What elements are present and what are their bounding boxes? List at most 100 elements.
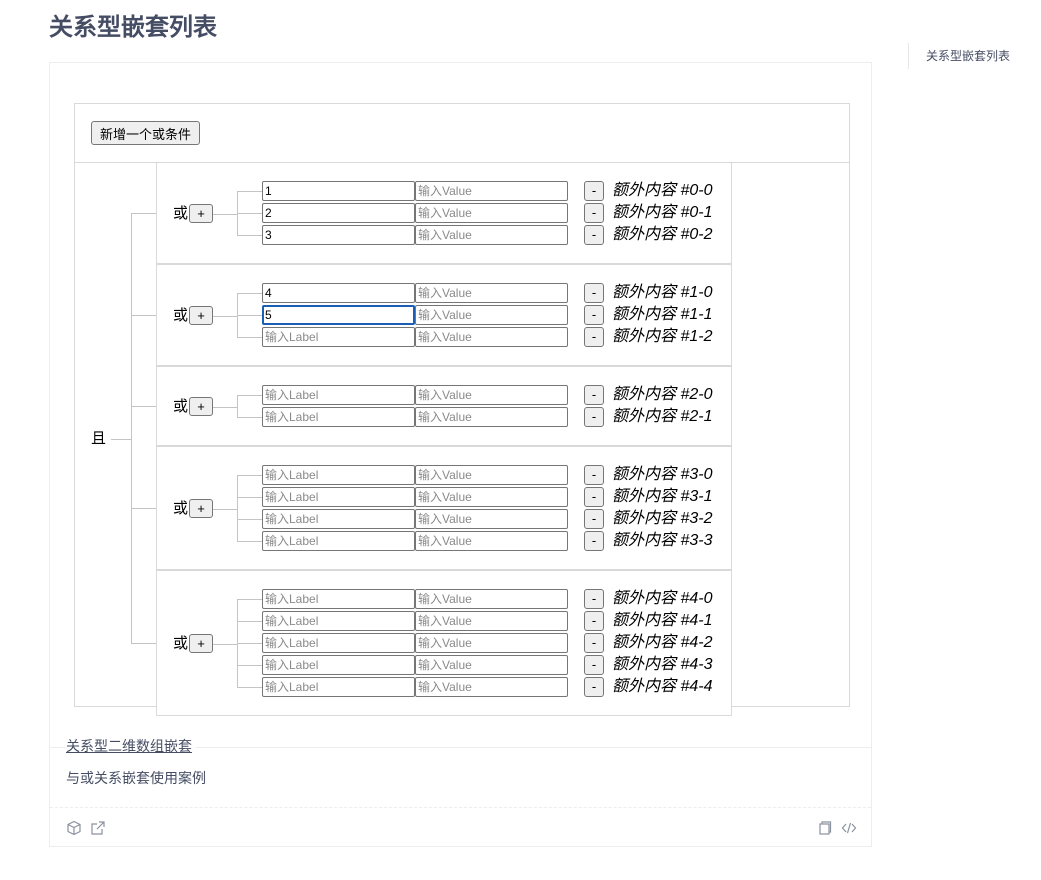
extra-content: 额外内容 #3-3 xyxy=(612,532,713,549)
value-input[interactable] xyxy=(415,465,568,485)
add-row-button[interactable]: + xyxy=(189,204,213,223)
add-row-button[interactable]: + xyxy=(189,306,213,325)
value-input[interactable] xyxy=(415,181,568,201)
label-input[interactable] xyxy=(262,509,415,529)
connector-line xyxy=(237,235,262,236)
value-input[interactable] xyxy=(415,655,568,675)
and-label: 且 xyxy=(91,430,107,447)
remove-row-button[interactable]: - xyxy=(584,465,604,485)
relation-tree: 且 或+-额外内容 #0-0-额外内容 #0-1-额外内容 #0-2或+-额外内… xyxy=(75,162,849,716)
value-input[interactable] xyxy=(415,487,568,507)
extra-content: 额外内容 #4-0 xyxy=(612,590,713,607)
remove-row-button[interactable]: - xyxy=(584,385,604,405)
label-input[interactable] xyxy=(262,283,415,303)
or-label: 或 xyxy=(173,398,189,415)
remove-row-button[interactable]: - xyxy=(584,531,604,551)
remove-row-button[interactable]: - xyxy=(584,407,604,427)
label-input[interactable] xyxy=(262,465,415,485)
value-input[interactable] xyxy=(415,203,568,223)
connector-line xyxy=(213,509,237,510)
label-input[interactable] xyxy=(262,589,415,609)
copy-icon[interactable] xyxy=(817,820,833,836)
remove-row-button[interactable]: - xyxy=(584,327,604,347)
remove-row-button[interactable]: - xyxy=(584,203,604,223)
demo-description: 与或关系嵌套使用案例 xyxy=(66,771,206,787)
condition-row: -额外内容 #4-3 xyxy=(262,655,732,675)
condition-row: -额外内容 #3-3 xyxy=(262,531,732,551)
remove-row-button[interactable]: - xyxy=(584,181,604,201)
connector-line xyxy=(237,395,262,396)
page-title: 关系型嵌套列表 xyxy=(49,13,217,41)
label-input[interactable] xyxy=(262,487,415,507)
open-external-icon[interactable] xyxy=(90,820,106,836)
remove-row-button[interactable]: - xyxy=(584,305,604,325)
value-input[interactable] xyxy=(415,677,568,697)
remove-row-button[interactable]: - xyxy=(584,225,604,245)
extra-content: 额外内容 #4-3 xyxy=(612,656,713,673)
connector-line xyxy=(237,621,262,622)
value-input[interactable] xyxy=(415,305,568,325)
label-input[interactable] xyxy=(262,181,415,201)
connector-line xyxy=(131,643,156,644)
extra-content: 额外内容 #1-0 xyxy=(612,284,713,301)
value-input[interactable] xyxy=(415,327,568,347)
remove-row-button[interactable]: - xyxy=(584,487,604,507)
label-input[interactable] xyxy=(262,305,415,325)
label-input[interactable] xyxy=(262,677,415,697)
codesandbox-icon[interactable] xyxy=(66,820,82,836)
label-input[interactable] xyxy=(262,611,415,631)
value-input[interactable] xyxy=(415,509,568,529)
add-row-button[interactable]: + xyxy=(189,397,213,416)
connector-line xyxy=(131,213,132,643)
remove-row-button[interactable]: - xyxy=(584,509,604,529)
extra-content: 额外内容 #0-2 xyxy=(612,226,713,243)
or-group: 或+-额外内容 #3-0-额外内容 #3-1-额外内容 #3-2-额外内容 #3… xyxy=(156,446,732,570)
condition-row: -额外内容 #0-0 xyxy=(262,181,732,201)
remove-row-button[interactable]: - xyxy=(584,589,604,609)
or-label: 或 xyxy=(173,635,189,652)
condition-row: -额外内容 #3-1 xyxy=(262,487,732,507)
or-label: 或 xyxy=(173,205,189,222)
demo-title[interactable]: 关系型二维数组嵌套 xyxy=(66,737,196,757)
code-icon[interactable] xyxy=(841,820,857,836)
label-input[interactable] xyxy=(262,407,415,427)
or-group: 或+-额外内容 #2-0-额外内容 #2-1 xyxy=(156,366,732,446)
label-input[interactable] xyxy=(262,633,415,653)
remove-row-button[interactable]: - xyxy=(584,633,604,653)
add-row-button[interactable]: + xyxy=(189,634,213,653)
value-input[interactable] xyxy=(415,385,568,405)
connector-line xyxy=(131,213,156,214)
condition-row: -额外内容 #1-1 xyxy=(262,305,732,325)
condition-row: -额外内容 #2-1 xyxy=(262,407,732,427)
value-input[interactable] xyxy=(415,283,568,303)
condition-row: -额外内容 #0-1 xyxy=(262,203,732,223)
remove-row-button[interactable]: - xyxy=(584,655,604,675)
remove-row-button[interactable]: - xyxy=(584,283,604,303)
value-input[interactable] xyxy=(415,589,568,609)
remove-row-button[interactable]: - xyxy=(584,611,604,631)
value-input[interactable] xyxy=(415,611,568,631)
add-or-condition-button[interactable]: 新增一个或条件 xyxy=(91,121,200,145)
value-input[interactable] xyxy=(415,225,568,245)
remove-row-button[interactable]: - xyxy=(584,677,604,697)
connector-line xyxy=(111,439,131,440)
connector-line xyxy=(237,541,262,542)
or-group: 或+-额外内容 #4-0-额外内容 #4-1-额外内容 #4-2-额外内容 #4… xyxy=(156,570,732,716)
toc-item[interactable]: 关系型嵌套列表 xyxy=(926,49,1010,63)
label-input[interactable] xyxy=(262,385,415,405)
label-input[interactable] xyxy=(262,327,415,347)
extra-content: 额外内容 #3-0 xyxy=(612,466,713,483)
value-input[interactable] xyxy=(415,531,568,551)
add-row-button[interactable]: + xyxy=(189,499,213,518)
toc: 关系型嵌套列表 xyxy=(908,43,1010,69)
value-input[interactable] xyxy=(415,633,568,653)
condition-row: -额外内容 #4-4 xyxy=(262,677,732,697)
condition-row: -额外内容 #4-1 xyxy=(262,611,732,631)
condition-row: -额外内容 #4-2 xyxy=(262,633,732,653)
label-input[interactable] xyxy=(262,531,415,551)
label-input[interactable] xyxy=(262,203,415,223)
label-input[interactable] xyxy=(262,655,415,675)
value-input[interactable] xyxy=(415,407,568,427)
connector-line xyxy=(237,599,262,600)
label-input[interactable] xyxy=(262,225,415,245)
